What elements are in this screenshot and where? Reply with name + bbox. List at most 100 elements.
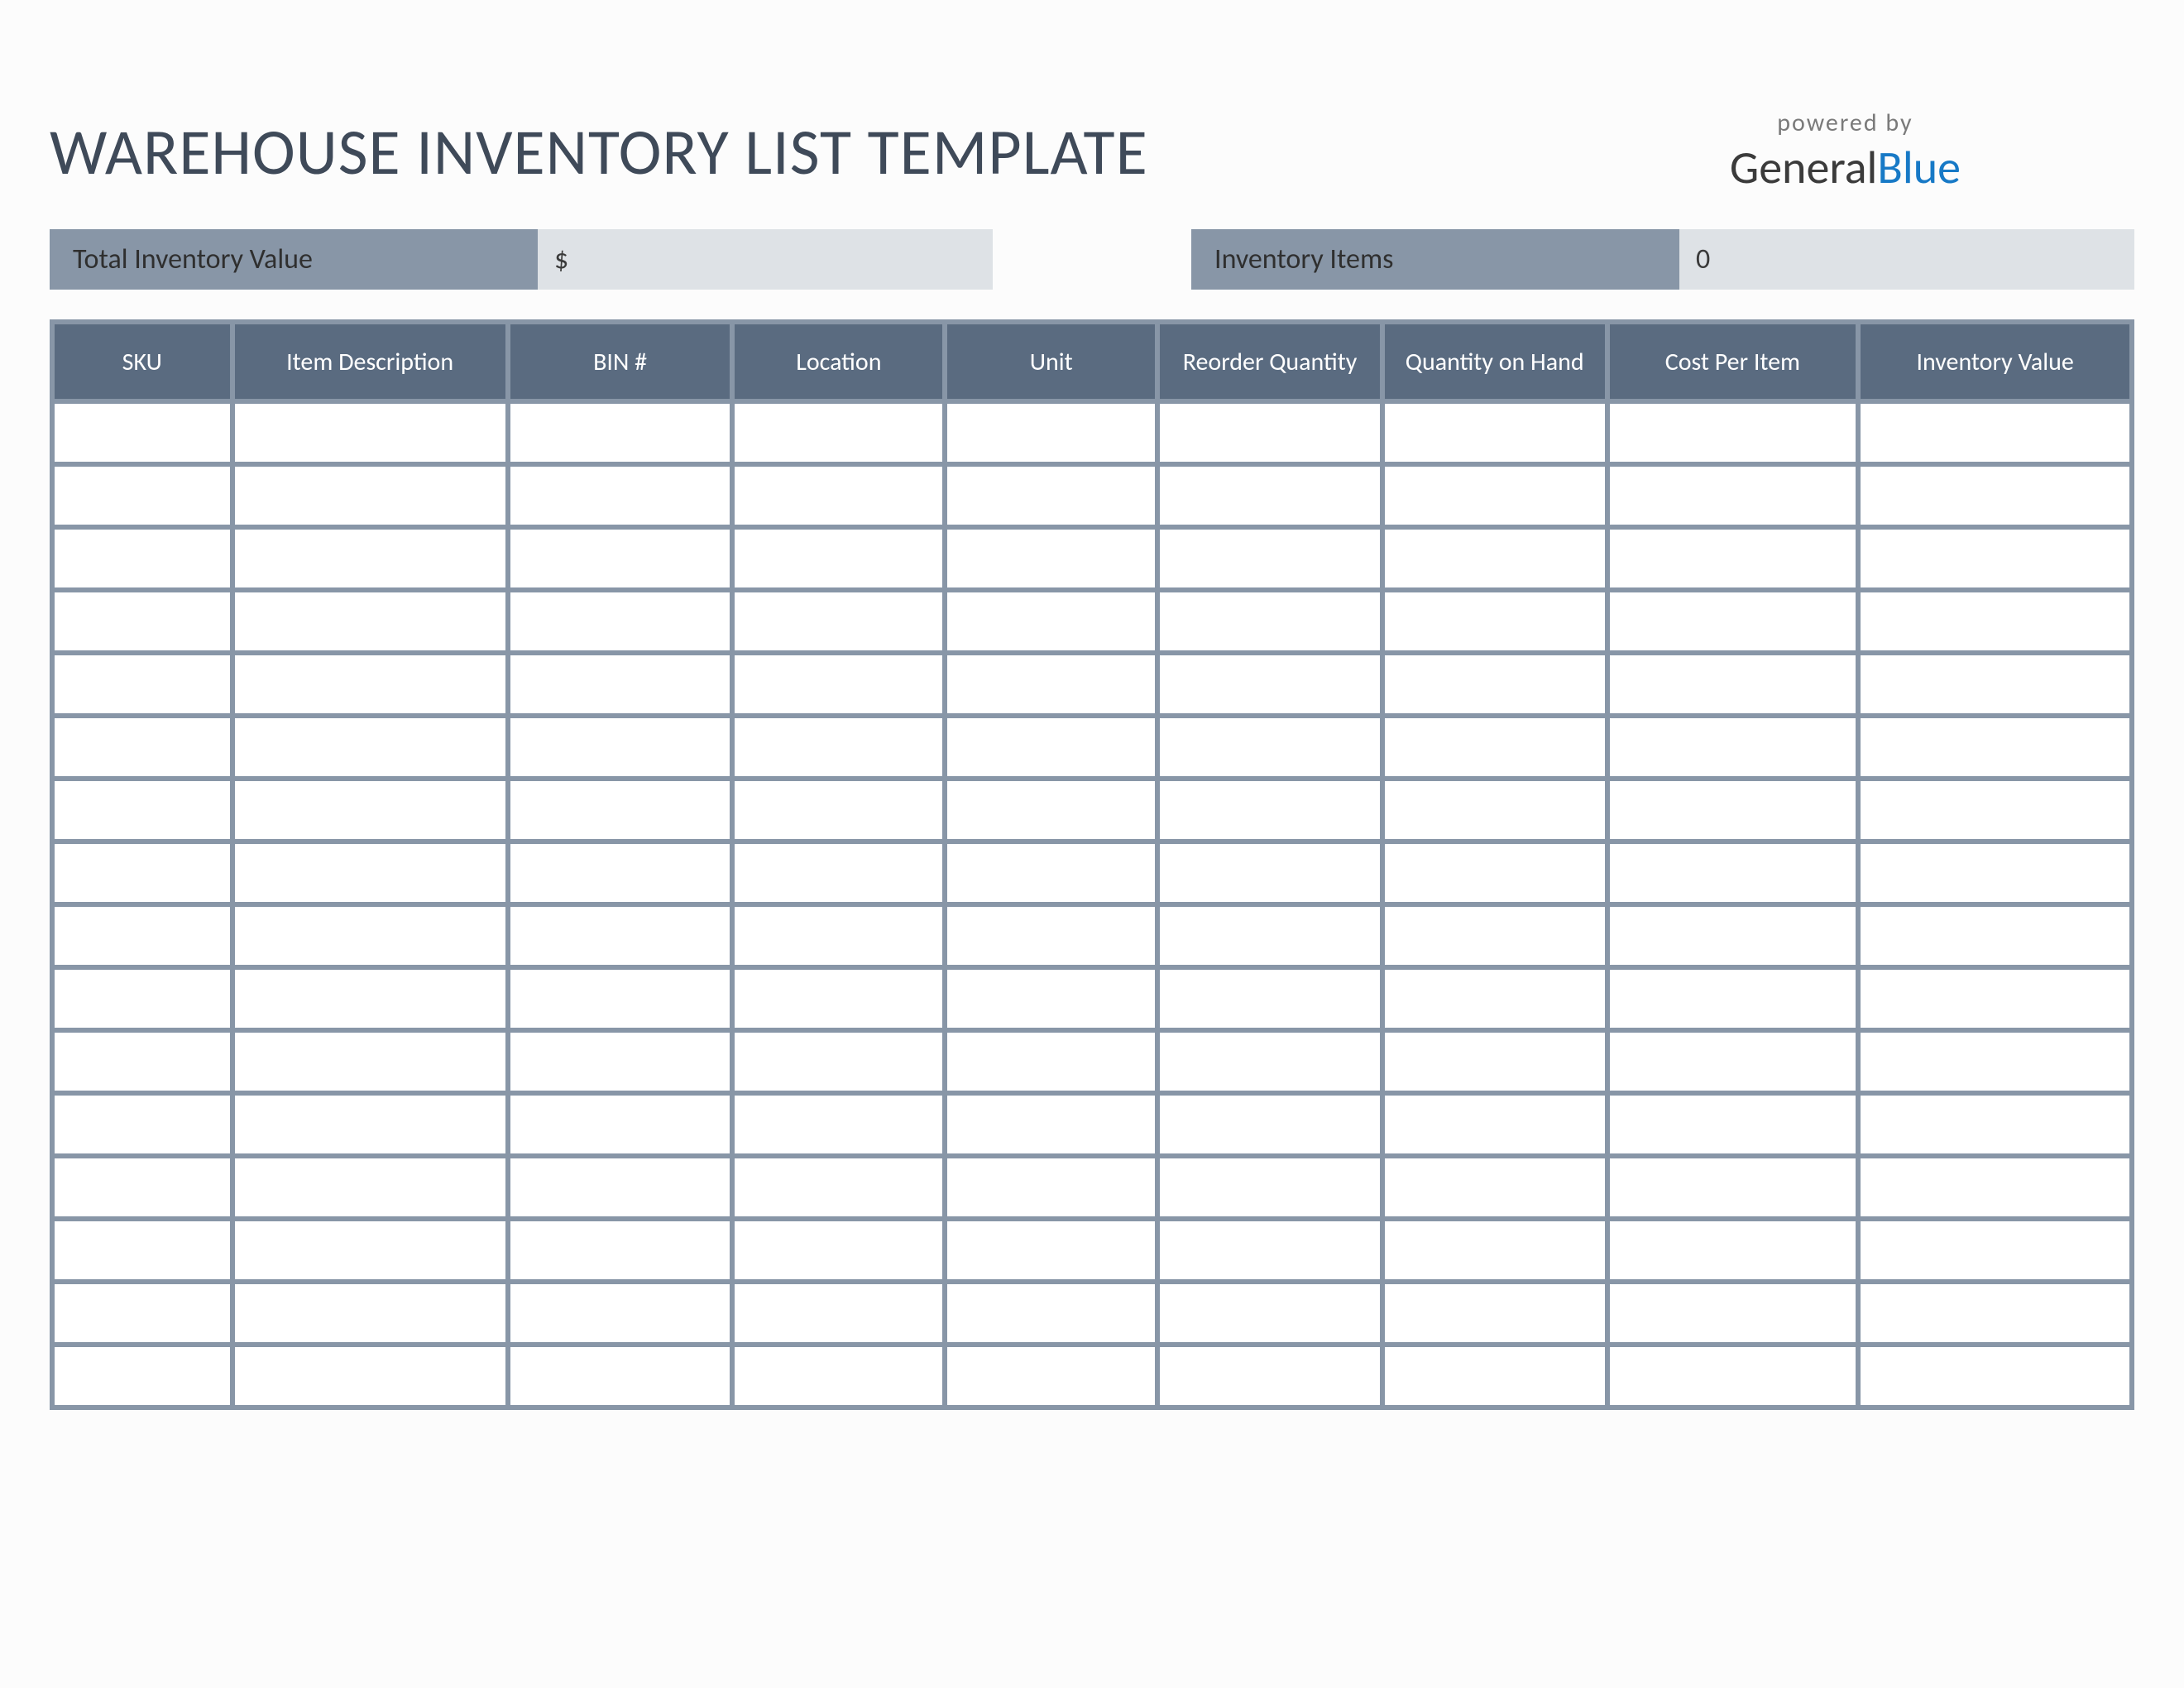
table-cell[interactable] [735, 1096, 942, 1153]
table-cell[interactable] [235, 592, 505, 650]
table-cell[interactable] [510, 655, 730, 713]
table-cell[interactable] [1385, 1347, 1605, 1405]
table-cell[interactable] [947, 592, 1155, 650]
table-cell[interactable] [235, 718, 505, 776]
table-cell[interactable] [510, 718, 730, 776]
table-cell[interactable] [1160, 844, 1380, 902]
table-cell[interactable] [947, 1284, 1155, 1342]
table-cell[interactable] [235, 1284, 505, 1342]
table-cell[interactable] [510, 404, 730, 462]
table-cell[interactable] [510, 1221, 730, 1279]
table-cell[interactable] [1385, 1033, 1605, 1091]
table-cell[interactable] [735, 844, 942, 902]
table-cell[interactable] [947, 1221, 1155, 1279]
table-cell[interactable] [1385, 655, 1605, 713]
table-cell[interactable] [1861, 1158, 2129, 1216]
table-cell[interactable] [735, 655, 942, 713]
table-cell[interactable] [235, 530, 505, 587]
table-cell[interactable] [55, 844, 230, 902]
table-cell[interactable] [1160, 467, 1380, 525]
table-cell[interactable] [1861, 530, 2129, 587]
table-cell[interactable] [1160, 1096, 1380, 1153]
table-cell[interactable] [1385, 1284, 1605, 1342]
table-cell[interactable] [1160, 781, 1380, 839]
table-cell[interactable] [235, 1221, 505, 1279]
table-cell[interactable] [55, 467, 230, 525]
table-cell[interactable] [510, 1284, 730, 1342]
table-cell[interactable] [1861, 1284, 2129, 1342]
table-cell[interactable] [1385, 1158, 1605, 1216]
table-cell[interactable] [235, 1033, 505, 1091]
table-cell[interactable] [55, 1221, 230, 1279]
table-cell[interactable] [735, 970, 942, 1028]
table-cell[interactable] [55, 718, 230, 776]
table-cell[interactable] [55, 1033, 230, 1091]
table-cell[interactable] [55, 404, 230, 462]
table-cell[interactable] [235, 781, 505, 839]
table-cell[interactable] [947, 1096, 1155, 1153]
table-cell[interactable] [735, 781, 942, 839]
table-cell[interactable] [1385, 530, 1605, 587]
inventory-items-value[interactable]: 0 [1679, 229, 2134, 290]
table-cell[interactable] [1160, 592, 1380, 650]
table-cell[interactable] [510, 970, 730, 1028]
table-cell[interactable] [1160, 718, 1380, 776]
table-cell[interactable] [1861, 1221, 2129, 1279]
table-cell[interactable] [947, 1158, 1155, 1216]
table-cell[interactable] [1160, 1158, 1380, 1216]
table-cell[interactable] [235, 970, 505, 1028]
table-cell[interactable] [510, 1033, 730, 1091]
table-cell[interactable] [1610, 530, 1856, 587]
table-cell[interactable] [55, 1284, 230, 1342]
table-cell[interactable] [1861, 1033, 2129, 1091]
table-cell[interactable] [55, 970, 230, 1028]
table-cell[interactable] [55, 781, 230, 839]
table-cell[interactable] [1160, 1284, 1380, 1342]
table-cell[interactable] [735, 467, 942, 525]
table-cell[interactable] [510, 530, 730, 587]
table-cell[interactable] [947, 1033, 1155, 1091]
table-cell[interactable] [1610, 718, 1856, 776]
table-cell[interactable] [947, 781, 1155, 839]
table-cell[interactable] [1861, 781, 2129, 839]
table-cell[interactable] [1385, 1221, 1605, 1279]
table-cell[interactable] [1610, 1347, 1856, 1405]
table-cell[interactable] [1385, 467, 1605, 525]
table-cell[interactable] [1861, 907, 2129, 965]
table-cell[interactable] [235, 1347, 505, 1405]
table-cell[interactable] [55, 907, 230, 965]
table-cell[interactable] [1610, 1221, 1856, 1279]
table-cell[interactable] [1861, 1096, 2129, 1153]
table-cell[interactable] [1160, 1033, 1380, 1091]
table-cell[interactable] [1610, 1284, 1856, 1342]
table-cell[interactable] [235, 1158, 505, 1216]
table-cell[interactable] [510, 781, 730, 839]
table-cell[interactable] [1385, 844, 1605, 902]
table-cell[interactable] [735, 1284, 942, 1342]
table-cell[interactable] [235, 467, 505, 525]
table-cell[interactable] [735, 907, 942, 965]
table-cell[interactable] [1385, 592, 1605, 650]
table-cell[interactable] [735, 1221, 942, 1279]
table-cell[interactable] [1610, 907, 1856, 965]
table-cell[interactable] [55, 592, 230, 650]
table-cell[interactable] [510, 1347, 730, 1405]
table-cell[interactable] [947, 1347, 1155, 1405]
table-cell[interactable] [1610, 970, 1856, 1028]
table-cell[interactable] [55, 1096, 230, 1153]
table-cell[interactable] [1610, 404, 1856, 462]
table-cell[interactable] [55, 1347, 230, 1405]
table-cell[interactable] [947, 655, 1155, 713]
table-cell[interactable] [1385, 1096, 1605, 1153]
table-cell[interactable] [735, 1158, 942, 1216]
table-cell[interactable] [235, 844, 505, 902]
table-cell[interactable] [1385, 907, 1605, 965]
table-cell[interactable] [947, 844, 1155, 902]
table-cell[interactable] [1385, 781, 1605, 839]
table-cell[interactable] [55, 655, 230, 713]
table-cell[interactable] [1861, 592, 2129, 650]
table-cell[interactable] [947, 404, 1155, 462]
table-cell[interactable] [510, 592, 730, 650]
table-cell[interactable] [55, 530, 230, 587]
table-cell[interactable] [1160, 907, 1380, 965]
